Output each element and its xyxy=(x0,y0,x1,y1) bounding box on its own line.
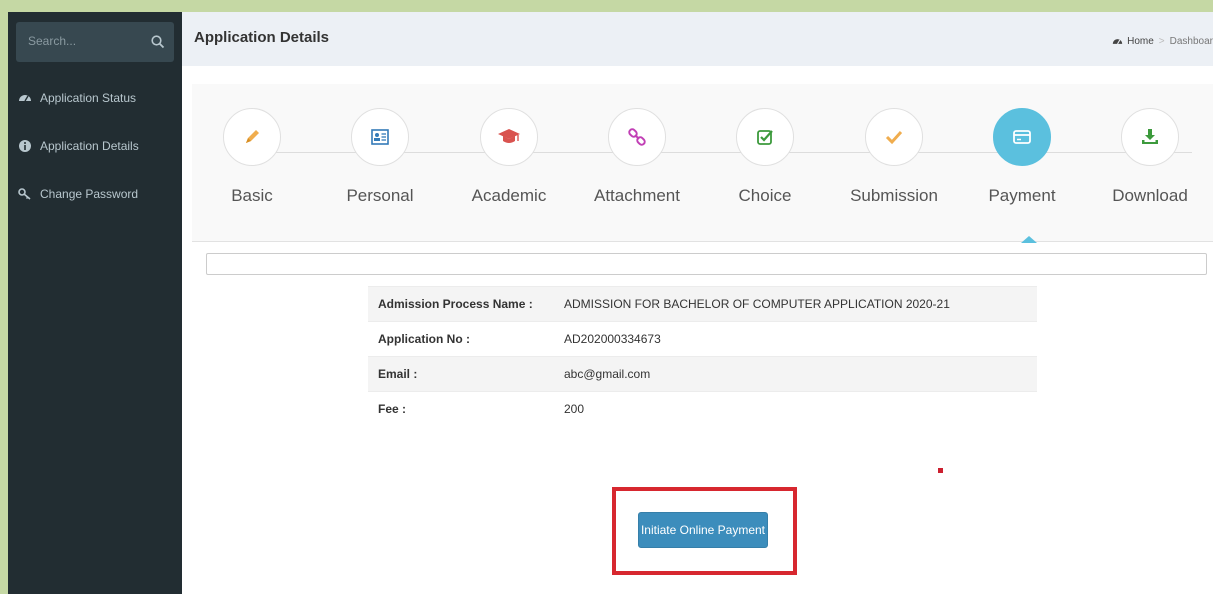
detail-value: AD202000334673 xyxy=(564,332,661,346)
wizard-step-basic[interactable]: Basic xyxy=(192,108,312,228)
breadcrumb-current: Dashboar xyxy=(1169,36,1213,47)
detail-value: abc@gmail.com xyxy=(564,367,651,381)
wizard-step-attachment[interactable]: Attachment xyxy=(577,108,697,228)
step-circle xyxy=(608,108,666,166)
red-marker xyxy=(938,468,943,473)
step-label: Payment xyxy=(988,186,1056,205)
step-label: Basic xyxy=(231,186,273,205)
detail-label: Email : xyxy=(378,367,418,381)
checkmark-icon xyxy=(885,130,903,145)
table-row: Email : abc@gmail.com xyxy=(368,356,1037,392)
info-circle-icon xyxy=(19,140,31,152)
step-circle xyxy=(480,108,538,166)
search-icon[interactable] xyxy=(150,34,166,50)
step-label: Choice xyxy=(738,186,792,205)
main-content: Application Details Home > Dashboar Basi… xyxy=(182,12,1213,594)
wizard-step-personal[interactable]: Personal xyxy=(320,108,440,228)
search-placeholder: Search... xyxy=(28,34,77,48)
breadcrumb-separator: > xyxy=(1158,36,1165,47)
step-circle xyxy=(736,108,794,166)
detail-label: Fee : xyxy=(378,402,407,417)
sidebar-item-application-status[interactable]: Application Status xyxy=(8,82,182,114)
key-icon xyxy=(18,188,31,200)
link-icon xyxy=(628,128,646,146)
step-circle xyxy=(865,108,923,166)
detail-label: Admission Process Name : xyxy=(378,297,533,311)
wizard-step-payment[interactable]: Payment xyxy=(962,108,1082,228)
wizard-step-academic[interactable]: Academic xyxy=(449,108,569,228)
download-icon xyxy=(1142,129,1158,144)
graduation-cap-icon xyxy=(498,129,520,143)
sidebar: Search... Application Status Application… xyxy=(8,12,182,594)
dashboard-icon xyxy=(1112,39,1123,45)
id-card-icon xyxy=(371,129,389,145)
breadcrumb: Home > Dashboar xyxy=(1112,36,1213,47)
step-label: Download xyxy=(1112,186,1188,205)
step-circle xyxy=(223,108,281,166)
wizard-step-choice[interactable]: Choice xyxy=(705,108,825,228)
table-row: Admission Process Name : ADMISSION FOR B… xyxy=(368,286,1037,322)
step-label: Submission xyxy=(850,186,938,205)
detail-value: ADMISSION FOR BACHELOR OF COMPUTER APPLI… xyxy=(564,297,950,311)
dashboard-icon xyxy=(19,95,31,102)
step-circle xyxy=(993,108,1051,166)
active-step-indicator xyxy=(1021,236,1037,243)
pencil-icon xyxy=(246,130,259,143)
progress-bar xyxy=(206,253,1207,275)
sidebar-item-change-password[interactable]: Change Password xyxy=(8,178,182,210)
step-label: Academic xyxy=(471,186,547,205)
detail-value: 200 xyxy=(564,402,585,417)
step-label: Attachment xyxy=(594,186,680,205)
initiate-online-payment-button[interactable]: Initiate Online Payment xyxy=(638,512,768,548)
table-row: Application No : AD202000334673 xyxy=(368,321,1037,357)
wizard-step-submission[interactable]: Submission xyxy=(834,108,954,228)
content-header: Application Details Home > Dashboar xyxy=(182,12,1213,66)
sidebar-item-label: Application Status xyxy=(40,91,137,105)
credit-card-icon xyxy=(1013,130,1031,144)
step-circle xyxy=(1121,108,1179,166)
sidebar-item-label: Application Details xyxy=(40,139,139,153)
application-wizard: Basic Personal Academic Attachment Choic… xyxy=(192,84,1213,243)
detail-label: Application No : xyxy=(378,332,470,346)
page-title: Application Details xyxy=(194,29,330,46)
step-label: Personal xyxy=(346,186,414,205)
sidebar-item-label: Change Password xyxy=(40,187,139,201)
check-square-icon xyxy=(757,130,773,145)
table-row: Fee : 200 xyxy=(368,391,1037,427)
application-details-table: Admission Process Name : ADMISSION FOR B… xyxy=(368,286,1037,427)
search-input[interactable]: Search... xyxy=(16,22,174,62)
step-circle xyxy=(351,108,409,166)
wizard-step-download[interactable]: Download xyxy=(1090,108,1210,228)
breadcrumb-home-link[interactable]: Home xyxy=(1127,36,1154,47)
sidebar-item-application-details[interactable]: Application Details xyxy=(8,130,182,162)
